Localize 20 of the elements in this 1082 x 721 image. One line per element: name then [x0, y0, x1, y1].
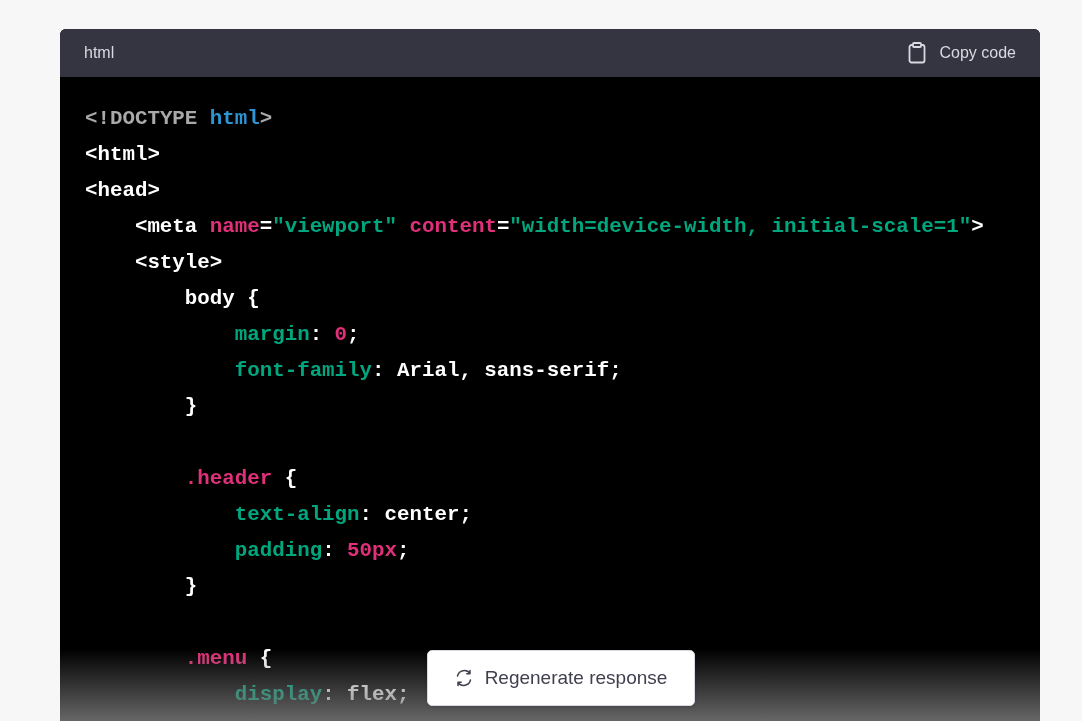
language-label: html	[84, 44, 115, 62]
code-line: <style>	[134, 251, 223, 274]
code-line: <!DOCTYPE html>	[85, 107, 273, 130]
code-line: }	[184, 575, 198, 598]
code-line: text-align: center;	[234, 503, 472, 526]
code-line: font-family: Arial, sans-serif;	[234, 359, 622, 382]
clipboard-icon	[907, 42, 926, 64]
code-line: margin: 0;	[234, 323, 360, 346]
code-line: <meta name="viewport" content="width=device-width, initial-scale=1">	[134, 215, 984, 238]
code-line: .menu {	[184, 647, 273, 670]
code-line: }	[184, 395, 198, 418]
code-line: display: flex;	[234, 683, 410, 706]
code-line: body {	[184, 287, 260, 310]
code-line: .header {	[184, 467, 298, 490]
copy-code-button[interactable]: Copy code	[907, 42, 1016, 64]
refresh-icon	[454, 669, 473, 687]
code-line: padding: 50px;	[234, 539, 410, 562]
regenerate-response-button[interactable]: Regenerate response	[427, 650, 695, 706]
code-line: <head>	[85, 179, 160, 202]
code-line: <html>	[85, 143, 160, 166]
